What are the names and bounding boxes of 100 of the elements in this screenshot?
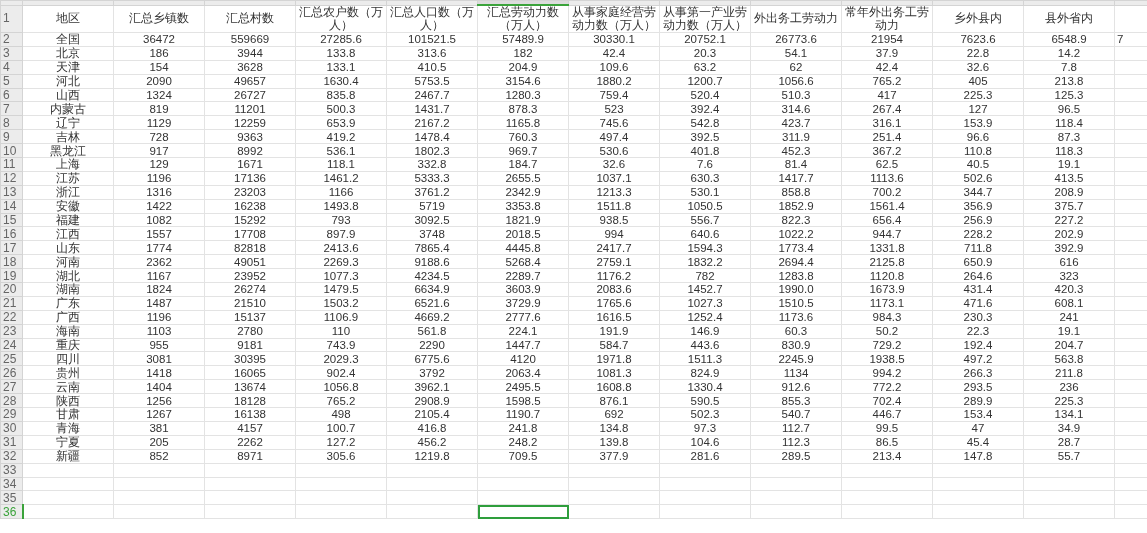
table-cell: 12259 (204, 115, 296, 130)
table-cell: 700.2 (841, 185, 933, 200)
table-cell: 2413.6 (295, 240, 387, 255)
table-cell: 561.8 (386, 324, 478, 339)
selected-cell[interactable] (477, 504, 569, 519)
table-cell: 2759.1 (568, 254, 660, 269)
table-cell: 86.5 (841, 435, 933, 450)
region-cell: 福建 (22, 213, 114, 227)
table-cell: 19.1 (1023, 324, 1115, 339)
column-header[interactable] (1114, 0, 1147, 5)
table-cell: 1608.8 (568, 379, 660, 394)
table-cell: 563.8 (1023, 352, 1115, 366)
column-title-cell: 地区 (22, 5, 114, 33)
table-cell: 9181 (204, 338, 296, 352)
table-cell: 419.2 (295, 129, 387, 144)
region-cell: 浙江 (22, 185, 114, 200)
table-cell: 500.3 (295, 101, 387, 116)
table-cell: 1173.6 (750, 310, 842, 325)
table-cell: 3628 (204, 60, 296, 75)
column-header[interactable] (386, 0, 478, 5)
table-cell: 6634.9 (386, 282, 478, 297)
table-cell: 1773.4 (750, 240, 842, 255)
region-cell: 山东 (22, 240, 114, 255)
table-cell: 1422 (113, 199, 205, 214)
column-header[interactable] (295, 0, 387, 5)
table-cell: 1616.5 (568, 310, 660, 325)
column-title-cell: 县外省内 (1023, 5, 1115, 33)
table-cell: 8992 (204, 143, 296, 158)
region-cell: 重庆 (22, 338, 114, 352)
table-cell: 917 (113, 143, 205, 158)
table-cell: 28.7 (1023, 435, 1115, 450)
region-cell: 云南 (22, 379, 114, 394)
table-cell: 640.6 (659, 226, 751, 241)
column-header[interactable] (841, 0, 933, 5)
table-cell: 112.7 (750, 421, 842, 436)
table-cell: 11201 (204, 101, 296, 116)
table-cell: 87.3 (1023, 129, 1115, 144)
row-number[interactable]: 1 (0, 5, 23, 33)
column-header[interactable] (204, 0, 296, 5)
table-cell: 743.9 (295, 338, 387, 352)
table-cell: 230.3 (932, 310, 1024, 325)
table-cell: 702.4 (841, 393, 933, 408)
column-header[interactable] (932, 0, 1024, 5)
table-cell: 1106.9 (295, 310, 387, 325)
table-cell: 4669.2 (386, 310, 478, 325)
table-cell: 542.8 (659, 115, 751, 130)
table-cell: 81.4 (750, 157, 842, 172)
table-cell: 184.7 (477, 157, 569, 172)
table-cell: 2245.9 (750, 352, 842, 366)
table-cell: 1938.5 (841, 352, 933, 366)
table-cell: 1165.8 (477, 115, 569, 130)
table-cell: 2417.7 (568, 240, 660, 255)
table-cell: 1880.2 (568, 74, 660, 89)
region-cell: 陕西 (22, 393, 114, 408)
table-cell: 228.2 (932, 226, 1024, 241)
table-cell: 26274 (204, 282, 296, 297)
table-cell: 101521.5 (386, 32, 478, 47)
table-cell: 17136 (204, 171, 296, 186)
table-cell: 323 (1023, 268, 1115, 283)
column-header[interactable] (22, 0, 114, 5)
table-cell: 225.3 (1023, 393, 1115, 408)
table-cell: 401.8 (659, 143, 751, 158)
column-header[interactable] (750, 0, 842, 5)
column-header[interactable] (113, 0, 205, 5)
table-cell: 824.9 (659, 365, 751, 380)
table-cell: 356.9 (932, 199, 1024, 214)
table-cell: 876.1 (568, 393, 660, 408)
table-cell: 3962.1 (386, 379, 478, 394)
table-cell: 1190.7 (477, 407, 569, 422)
table-cell: 556.7 (659, 213, 751, 227)
column-header[interactable] (659, 0, 751, 5)
table-cell: 62 (750, 60, 842, 75)
table-cell: 50.2 (841, 324, 933, 339)
column-header[interactable] (1023, 0, 1115, 5)
table-cell: 497.2 (932, 352, 1024, 366)
table-cell: 2083.6 (568, 282, 660, 297)
table-cell: 110.8 (932, 143, 1024, 158)
table-cell: 709.5 (477, 449, 569, 464)
table-cell: 316.1 (841, 115, 933, 130)
table-cell: 3748 (386, 226, 478, 241)
table-cell: 1418 (113, 365, 205, 380)
table-cell: 944.7 (841, 226, 933, 241)
table-cell: 1256 (113, 393, 205, 408)
table-cell: 1081.3 (568, 365, 660, 380)
table-cell: 510.3 (750, 88, 842, 102)
table-cell: 204.7 (1023, 338, 1115, 352)
table-cell: 241 (1023, 310, 1115, 325)
table-cell: 416.8 (386, 421, 478, 436)
table-cell: 5333.3 (386, 171, 478, 186)
column-header[interactable] (568, 0, 660, 5)
region-cell: 青海 (22, 421, 114, 436)
table-cell: 405 (932, 74, 1024, 89)
select-all-corner[interactable] (0, 0, 23, 5)
table-cell: 410.5 (386, 60, 478, 75)
table-cell: 118.4 (1023, 115, 1115, 130)
table-cell: 912.6 (750, 379, 842, 394)
table-cell: 22.8 (932, 46, 1024, 61)
table-cell: 208.9 (1023, 185, 1115, 200)
table-cell: 994 (568, 226, 660, 241)
column-header[interactable] (477, 0, 569, 5)
